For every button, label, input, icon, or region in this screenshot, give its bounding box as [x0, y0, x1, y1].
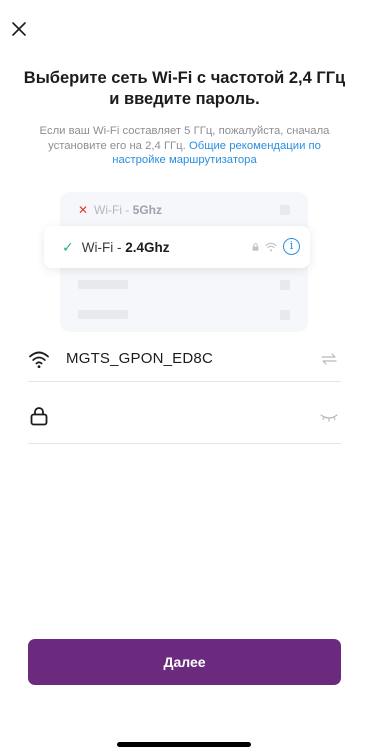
cross-icon: ✕: [78, 203, 89, 217]
password-field: [28, 388, 341, 444]
subtitle: Если ваш Wi-Fi составляет 5 ГГц, пожалуй…: [26, 124, 343, 168]
next-button[interactable]: Далее: [28, 639, 341, 685]
placeholder-square: [280, 280, 290, 290]
lock-icon: [28, 405, 50, 427]
lock-mini-icon: [252, 242, 259, 251]
placeholder-bar: [78, 310, 128, 319]
close-icon: [12, 22, 26, 36]
placeholder-square: [280, 310, 290, 320]
check-icon: ✓: [62, 238, 74, 255]
illustration-card-icons: i: [252, 238, 300, 255]
info-icon: i: [283, 238, 300, 255]
close-button[interactable]: [8, 18, 30, 40]
wifi-mini-icon: [265, 242, 277, 251]
wifi-icon: [28, 348, 50, 370]
illustration-row-5ghz: ✕ Wi-Fi - 5Ghz: [78, 200, 290, 220]
toggle-password-visibility[interactable]: [319, 408, 339, 424]
switch-network-button[interactable]: [319, 351, 339, 367]
placeholder-bar: [78, 280, 128, 289]
illustration-24ghz-label: Wi-Fi - 2.4Ghz: [81, 239, 170, 255]
illustration-5ghz-label: Wi-Fi - 5Ghz: [94, 203, 162, 217]
page-title: Выберите сеть Wi-Fi с частотой 2,4 ГГц и…: [23, 69, 346, 108]
illustration-card-24ghz: ✓ Wi-Fi - 2.4Ghz i: [44, 226, 310, 268]
switch-arrows-icon: [321, 352, 337, 365]
ssid-input[interactable]: [66, 343, 319, 374]
password-input[interactable]: [66, 400, 319, 431]
eye-closed-icon: [320, 413, 338, 422]
placeholder-square: [280, 205, 290, 215]
home-indicator: [117, 742, 251, 747]
ssid-field: [28, 336, 341, 382]
